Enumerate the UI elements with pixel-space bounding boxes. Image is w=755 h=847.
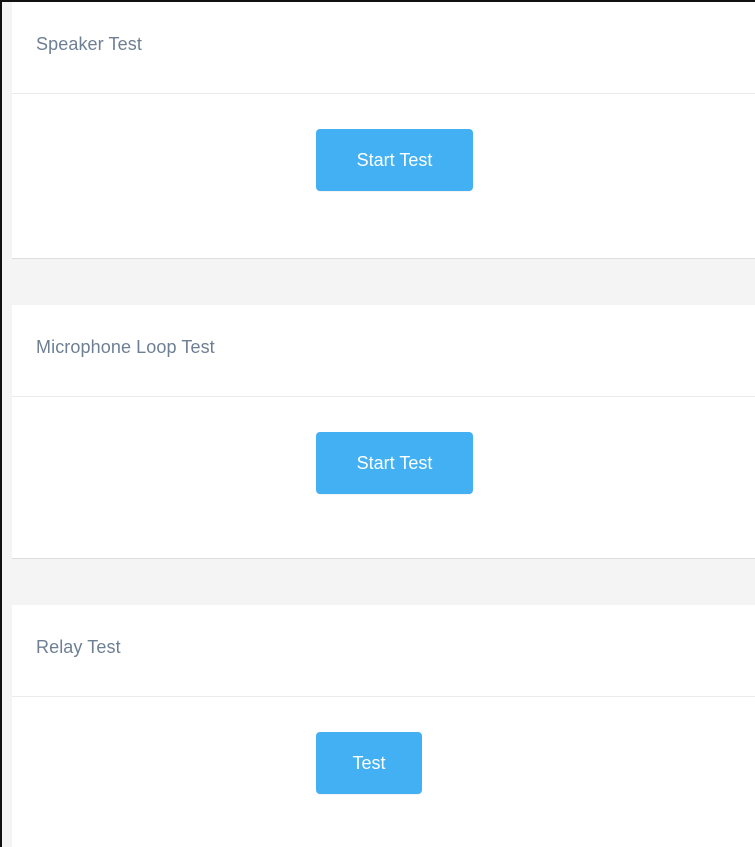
microphone-loop-test-title: Microphone Loop Test bbox=[36, 337, 215, 357]
speaker-test-body: Start Test bbox=[12, 94, 755, 257]
microphone-loop-test-header: Microphone Loop Test bbox=[12, 305, 755, 397]
speaker-test-header: Speaker Test bbox=[12, 2, 755, 94]
relay-test-panel: Relay Test Test bbox=[12, 605, 755, 847]
relay-test-body: Test bbox=[12, 697, 755, 847]
relay-test-title: Relay Test bbox=[36, 637, 121, 657]
speaker-start-test-button[interactable]: Start Test bbox=[316, 129, 473, 191]
speaker-test-panel: Speaker Test Start Test bbox=[12, 2, 755, 259]
microphone-loop-test-body: Start Test bbox=[12, 397, 755, 560]
speaker-test-title: Speaker Test bbox=[36, 34, 142, 54]
microphone-start-test-button[interactable]: Start Test bbox=[316, 432, 473, 494]
microphone-loop-test-panel: Microphone Loop Test Start Test bbox=[12, 305, 755, 559]
relay-test-button[interactable]: Test bbox=[316, 732, 422, 794]
relay-test-header: Relay Test bbox=[12, 605, 755, 697]
test-page: Speaker Test Start Test Microphone Loop … bbox=[0, 0, 755, 847]
